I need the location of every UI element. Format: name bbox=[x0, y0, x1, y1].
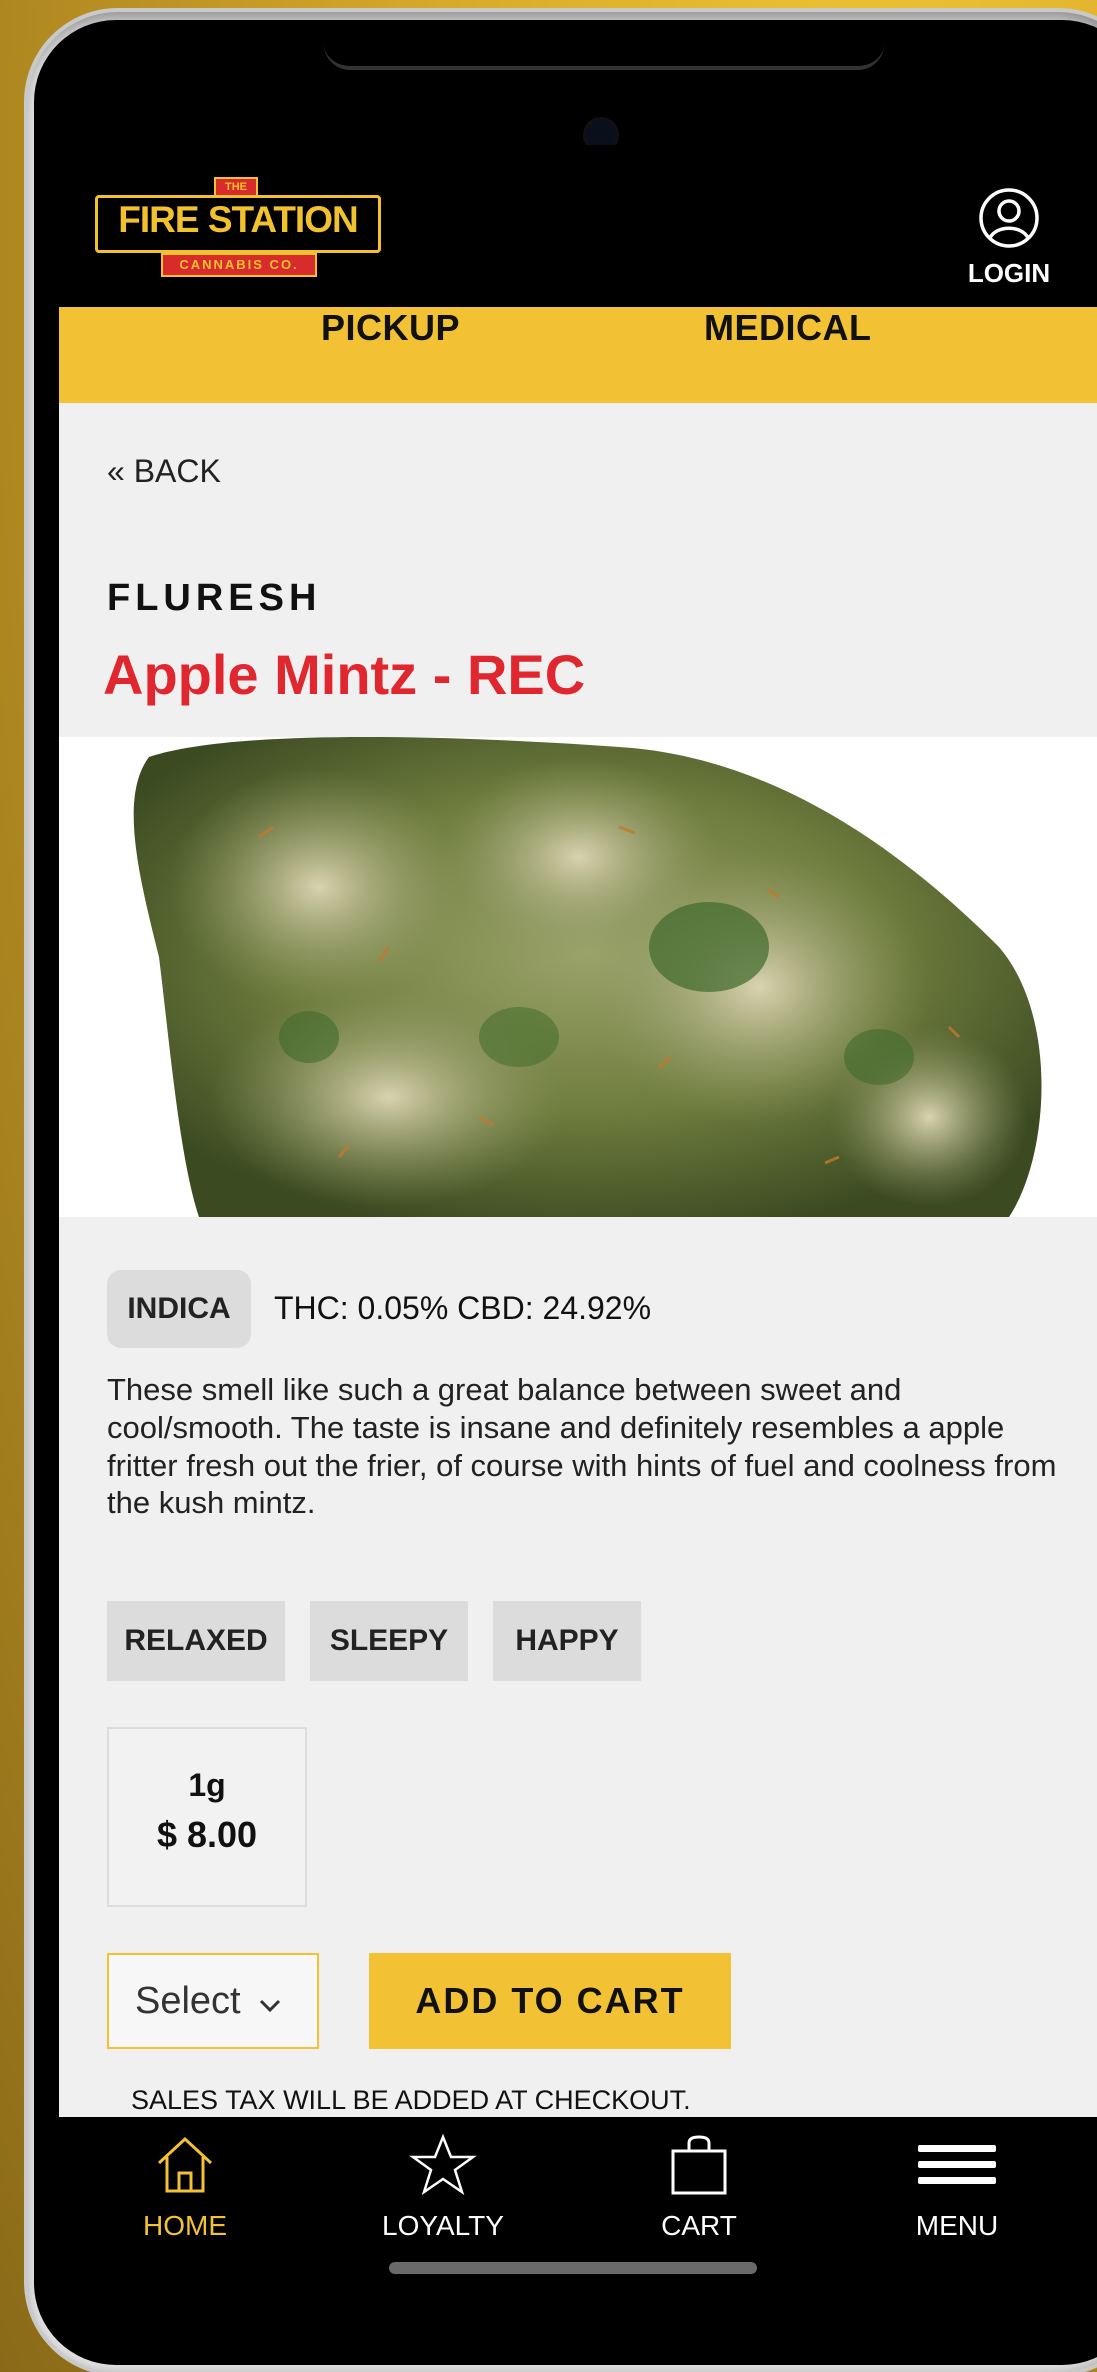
nav-home[interactable]: HOME bbox=[105, 2133, 265, 2242]
effect-tag-relaxed: RELAXED bbox=[107, 1601, 285, 1681]
size-price: $ 8.00 bbox=[156, 1814, 258, 1855]
logo-sub-text: CANNABIS CO. bbox=[161, 253, 317, 277]
login-label: LOGIN bbox=[967, 258, 1051, 288]
tab-pickup[interactable]: PICKUP bbox=[321, 307, 460, 403]
earpiece-speaker bbox=[324, 44, 884, 70]
nav-cart-label: CART bbox=[661, 2210, 737, 2241]
strain-type-badge: INDICA bbox=[107, 1270, 251, 1348]
app-screen: THE FIRE STATION CANNABIS CO. LOGIN PICK… bbox=[59, 145, 1097, 2295]
order-type-tabs: PICKUP MEDICAL bbox=[59, 307, 1097, 403]
shopping-bag-icon bbox=[671, 2135, 727, 2195]
tab-medical[interactable]: MEDICAL bbox=[704, 307, 872, 403]
quantity-select-label: Select bbox=[135, 1980, 241, 2022]
home-indicator[interactable] bbox=[389, 2262, 757, 2274]
product-image bbox=[59, 737, 1097, 1217]
size-option-card[interactable]: 1g $ 8.00 bbox=[107, 1727, 307, 1907]
nav-menu[interactable]: MENU bbox=[877, 2133, 1037, 2242]
effect-tag-sleepy: SLEEPY bbox=[310, 1601, 468, 1681]
nav-menu-label: MENU bbox=[915, 2210, 999, 2241]
sales-tax-note: SALES TAX WILL BE ADDED AT CHECKOUT. bbox=[131, 2085, 691, 2115]
user-account-icon bbox=[979, 188, 1039, 248]
logo-top-text: THE bbox=[214, 177, 258, 197]
nav-home-label: HOME bbox=[143, 2210, 227, 2241]
product-description: These smell like such a great balance be… bbox=[107, 1372, 1057, 1521]
nav-cart[interactable]: CART bbox=[619, 2133, 779, 2242]
potency-info: THC: 0.05% CBD: 24.92% bbox=[274, 1290, 652, 1326]
quantity-select[interactable]: Select bbox=[107, 1953, 319, 2049]
home-icon bbox=[157, 2136, 213, 2193]
add-to-cart-button[interactable]: ADD TO CART bbox=[369, 1953, 731, 2049]
app-header: THE FIRE STATION CANNABIS CO. LOGIN bbox=[59, 145, 1097, 307]
fire-station-logo[interactable]: THE FIRE STATION CANNABIS CO. bbox=[95, 177, 381, 277]
back-link[interactable]: « BACK bbox=[107, 453, 221, 490]
nav-loyalty[interactable]: LOYALTY bbox=[363, 2133, 523, 2242]
effect-tag-happy: HAPPY bbox=[493, 1601, 641, 1681]
logo-main-text: FIRE STATION bbox=[95, 195, 381, 253]
nav-loyalty-label: LOYALTY bbox=[382, 2210, 504, 2241]
login-button[interactable]: LOGIN bbox=[959, 187, 1059, 288]
star-icon bbox=[409, 2133, 477, 2196]
chevron-down-icon bbox=[260, 1999, 281, 2013]
hamburger-menu-icon bbox=[918, 2145, 996, 2184]
product-title: Apple Mintz - REC bbox=[103, 643, 586, 706]
size-weight: 1g bbox=[188, 1767, 226, 1803]
product-brand: FLURESH bbox=[107, 577, 322, 619]
